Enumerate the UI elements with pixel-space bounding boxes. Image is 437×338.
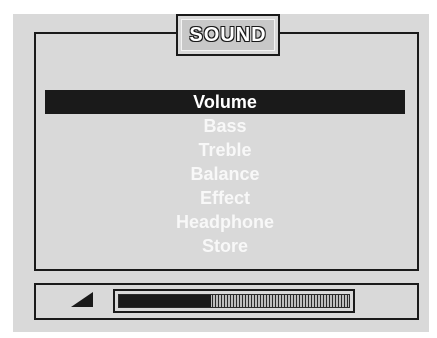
- volume-ramp-icon: [71, 292, 93, 307]
- menu-item-headphone[interactable]: Headphone: [45, 210, 405, 234]
- menu-title: SOUND: [181, 19, 275, 51]
- menu-item-balance[interactable]: Balance: [45, 162, 405, 186]
- menu-item-store[interactable]: Store: [45, 234, 405, 258]
- volume-slider[interactable]: [113, 289, 355, 313]
- menu-item-effect[interactable]: Effect: [45, 186, 405, 210]
- menu-title-box: SOUND: [176, 14, 280, 56]
- menu-item-bass[interactable]: Bass: [45, 114, 405, 138]
- menu-item-treble[interactable]: Treble: [45, 138, 405, 162]
- menu-item-volume[interactable]: Volume: [45, 90, 405, 114]
- menu-list: Volume Bass Treble Balance Effect Headph…: [45, 90, 405, 258]
- volume-track: [118, 294, 350, 308]
- sound-menu-screen: SOUND Volume Bass Treble Balance Effect …: [13, 14, 429, 332]
- volume-level-fill: [119, 295, 211, 307]
